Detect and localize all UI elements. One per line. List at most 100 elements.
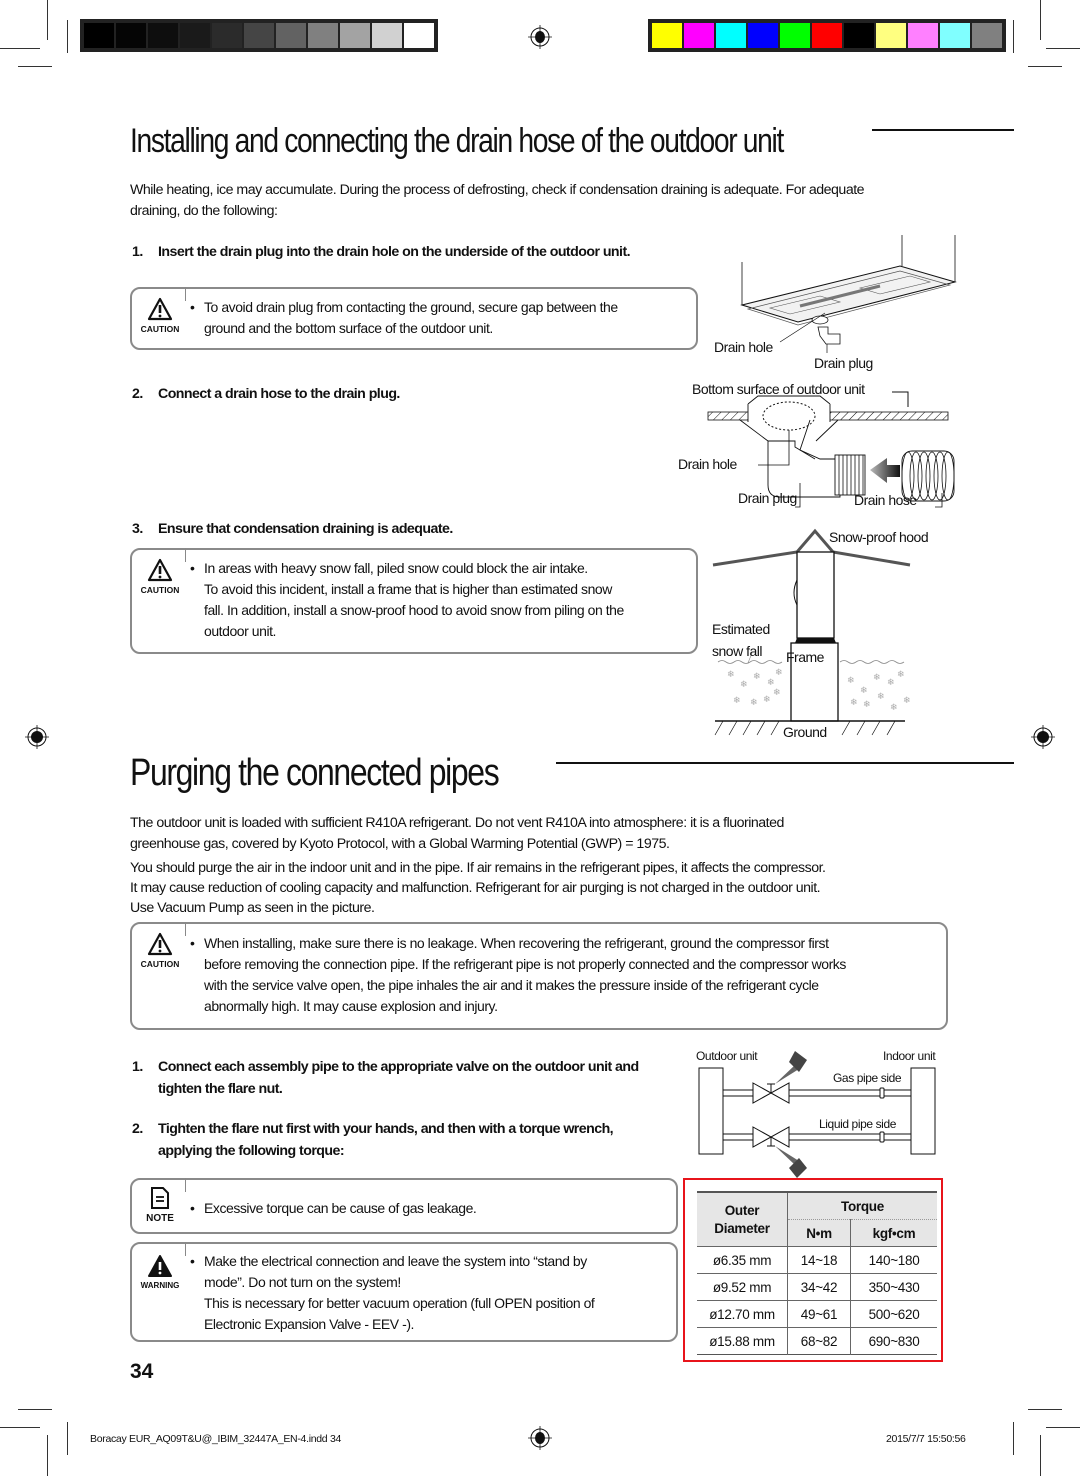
- divider: [185, 1242, 186, 1256]
- svg-text:❄: ❄: [877, 692, 885, 702]
- warning-triangle-icon: [147, 932, 173, 956]
- color-swatch: [684, 23, 714, 48]
- note-box: NOTE • Excessive torque can be cause of g…: [130, 1178, 678, 1234]
- section-title-drain-hose: Installing and connecting the drain hose…: [130, 122, 784, 160]
- label-snow-proof-hood: Snow-proof hood: [829, 529, 929, 545]
- crop-mark: [1040, 1435, 1041, 1476]
- refrigerant-paragraph: The outdoor unit is loaded with sufficie…: [130, 813, 784, 855]
- warning-triangle-filled-icon: [148, 1255, 172, 1277]
- torque-cell-kgf: 350~430: [850, 1273, 937, 1301]
- caution-line: outdoor unit.: [204, 623, 276, 639]
- torque-cell-nm: 68~82: [787, 1327, 852, 1355]
- warning-icon: WARNING: [140, 1254, 180, 1290]
- color-swatch: [212, 23, 242, 48]
- paragraph-line: You should purge the air in the indoor u…: [130, 860, 826, 876]
- label-line: snow fall: [712, 643, 762, 659]
- torque-cell-kgf: 690~830: [868, 1333, 920, 1349]
- color-swatch: [812, 23, 842, 48]
- document-note-icon: [151, 1187, 169, 1209]
- caution-label: CAUTION: [140, 585, 180, 595]
- note-line: Excessive torque can be cause of gas lea…: [204, 1200, 477, 1216]
- torque-cell-diameter: ø6.35 mm: [697, 1246, 788, 1274]
- color-swatch: [908, 23, 938, 48]
- svg-text:❄: ❄: [727, 670, 735, 680]
- svg-text:❄: ❄: [890, 703, 898, 713]
- color-swatch: [372, 23, 402, 48]
- step-3-ensure-draining: 3. Ensure that condensation draining is a…: [132, 518, 453, 540]
- paragraph-line: It may cause reduction of cooling capaci…: [130, 880, 821, 896]
- crop-mark: [47, 0, 48, 40]
- crop-mark: [67, 20, 68, 53]
- torque-row: ø15.88 mm 68~82 690~830: [697, 1327, 937, 1355]
- registration-mark-icon: [528, 1426, 552, 1450]
- label-drain-plug: Drain plug: [738, 490, 797, 506]
- bullet: •: [190, 935, 195, 951]
- divider: [185, 287, 186, 301]
- svg-text:❄: ❄: [733, 696, 741, 706]
- label-indoor-unit: Indoor unit: [883, 1049, 936, 1063]
- torque-row: ø9.52 mm 34~42 350~430: [697, 1273, 937, 1301]
- svg-text:❄: ❄: [763, 695, 771, 705]
- caution-line: abnormally high. It may cause explosion …: [204, 998, 498, 1014]
- color-swatch: [244, 23, 274, 48]
- caution-icon: CAUTION: [140, 932, 180, 969]
- page-number: 34: [130, 1360, 154, 1383]
- intro-line: draining, do the following:: [130, 203, 278, 219]
- paragraph-line: The outdoor unit is loaded with sufficie…: [130, 815, 784, 831]
- warning-triangle-icon: [147, 558, 173, 582]
- step-number: 3.: [132, 521, 143, 537]
- color-swatch: [972, 23, 1002, 48]
- label-gas-pipe-side: Gas pipe side: [833, 1071, 902, 1085]
- label-drain-hole: Drain hole: [714, 339, 773, 355]
- warning-text: • Make the electrical connection and leav…: [190, 1251, 595, 1335]
- svg-text:❄: ❄: [873, 673, 881, 683]
- crop-mark: [18, 66, 52, 67]
- step-text: Ensure that condensation draining is ade…: [158, 521, 453, 537]
- caution-text: • To avoid drain plug from contacting the…: [190, 297, 618, 339]
- section-title-purging: Purging the connected pipes: [130, 752, 500, 794]
- divider: [185, 1178, 186, 1192]
- step-number: 2.: [132, 386, 143, 402]
- caution-box: CAUTION • In areas with heavy snow fall, …: [130, 548, 698, 654]
- caution-icon: CAUTION: [140, 297, 180, 334]
- crop-mark: [0, 48, 40, 49]
- color-swatch: [748, 23, 778, 48]
- svg-text:❄: ❄: [740, 680, 748, 690]
- color-swatch: [780, 23, 810, 48]
- label-drain-hole: Drain hole: [678, 456, 737, 472]
- color-swatch: [844, 23, 874, 48]
- label-estimated-snow-fall: Estimated snow fall: [712, 618, 770, 662]
- step-2-connect-hose: 2. Connect a drain hose to the drain plug…: [132, 383, 400, 405]
- crop-mark: [47, 1435, 48, 1476]
- caution-line: In areas with heavy snow fall, piled sno…: [204, 560, 588, 576]
- color-swatch: [116, 23, 146, 48]
- torque-table-highlight: Outer Diameter Torque N•m kgf•cm ø6.35 m…: [683, 1178, 943, 1362]
- crop-mark: [1046, 48, 1080, 49]
- paragraph-line: Use Vacuum Pump as seen in the picture.: [130, 900, 375, 916]
- crop-mark: [1028, 1409, 1062, 1410]
- title-rule: [556, 762, 1014, 764]
- torque-cell-diameter: ø15.88 mm: [697, 1327, 788, 1355]
- registration-mark-icon: [528, 25, 552, 49]
- header-nm: N•m: [787, 1219, 852, 1247]
- label-line: Estimated: [712, 621, 770, 637]
- warning-line: mode”. Do not turn on the system!: [204, 1274, 401, 1290]
- svg-text:❄: ❄: [863, 700, 871, 710]
- torque-cell-nm: 14~18: [787, 1246, 852, 1274]
- crop-mark: [1013, 20, 1014, 53]
- color-swatch: [276, 23, 306, 48]
- torque-cell-diameter: ø12.70 mm: [697, 1300, 788, 1328]
- bullet: •: [190, 299, 195, 315]
- crop-mark: [18, 1409, 52, 1410]
- color-swatch: [876, 23, 906, 48]
- color-swatch: [180, 23, 210, 48]
- step-text: Connect each assembly pipe to the approp…: [158, 1059, 639, 1075]
- color-swatch: [404, 23, 434, 48]
- step-number: 1.: [132, 1059, 143, 1075]
- color-swatch: [340, 23, 370, 48]
- caution-line: with the service valve open, the pipe in…: [204, 977, 819, 993]
- crop-mark: [1040, 0, 1041, 40]
- title-rule: [872, 129, 1014, 131]
- color-swatch: [716, 23, 746, 48]
- header-text: Outer: [724, 1202, 760, 1218]
